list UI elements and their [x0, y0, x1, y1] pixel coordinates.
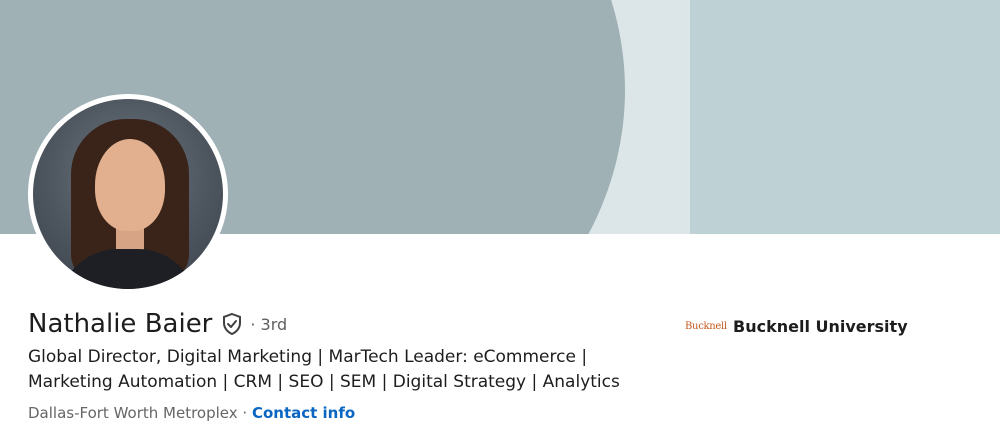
profile-name: Nathalie Baier — [28, 309, 213, 339]
school-logo: Bucknell — [685, 320, 727, 332]
profile-avatar[interactable] — [28, 94, 228, 294]
connection-degree: · 3rd — [250, 314, 288, 334]
location-row: Dallas-Fort Worth Metroplex · Contact in… — [28, 404, 355, 422]
cover-panel-right — [690, 0, 1000, 234]
name-row: Nathalie Baier · 3rd — [28, 306, 287, 342]
shield-check-icon[interactable] — [220, 312, 244, 336]
profile-headline: Global Director, Digital Marketing | Mar… — [28, 347, 620, 392]
profile-location: Dallas-Fort Worth Metroplex — [28, 404, 238, 422]
location-separator: · — [237, 404, 252, 422]
education-entry[interactable]: Bucknell Bucknell University — [685, 314, 908, 338]
profile-photo — [33, 99, 223, 289]
school-name: Bucknell University — [733, 316, 908, 336]
contact-info-link[interactable]: Contact info — [252, 404, 355, 422]
photo-face — [95, 139, 165, 231]
